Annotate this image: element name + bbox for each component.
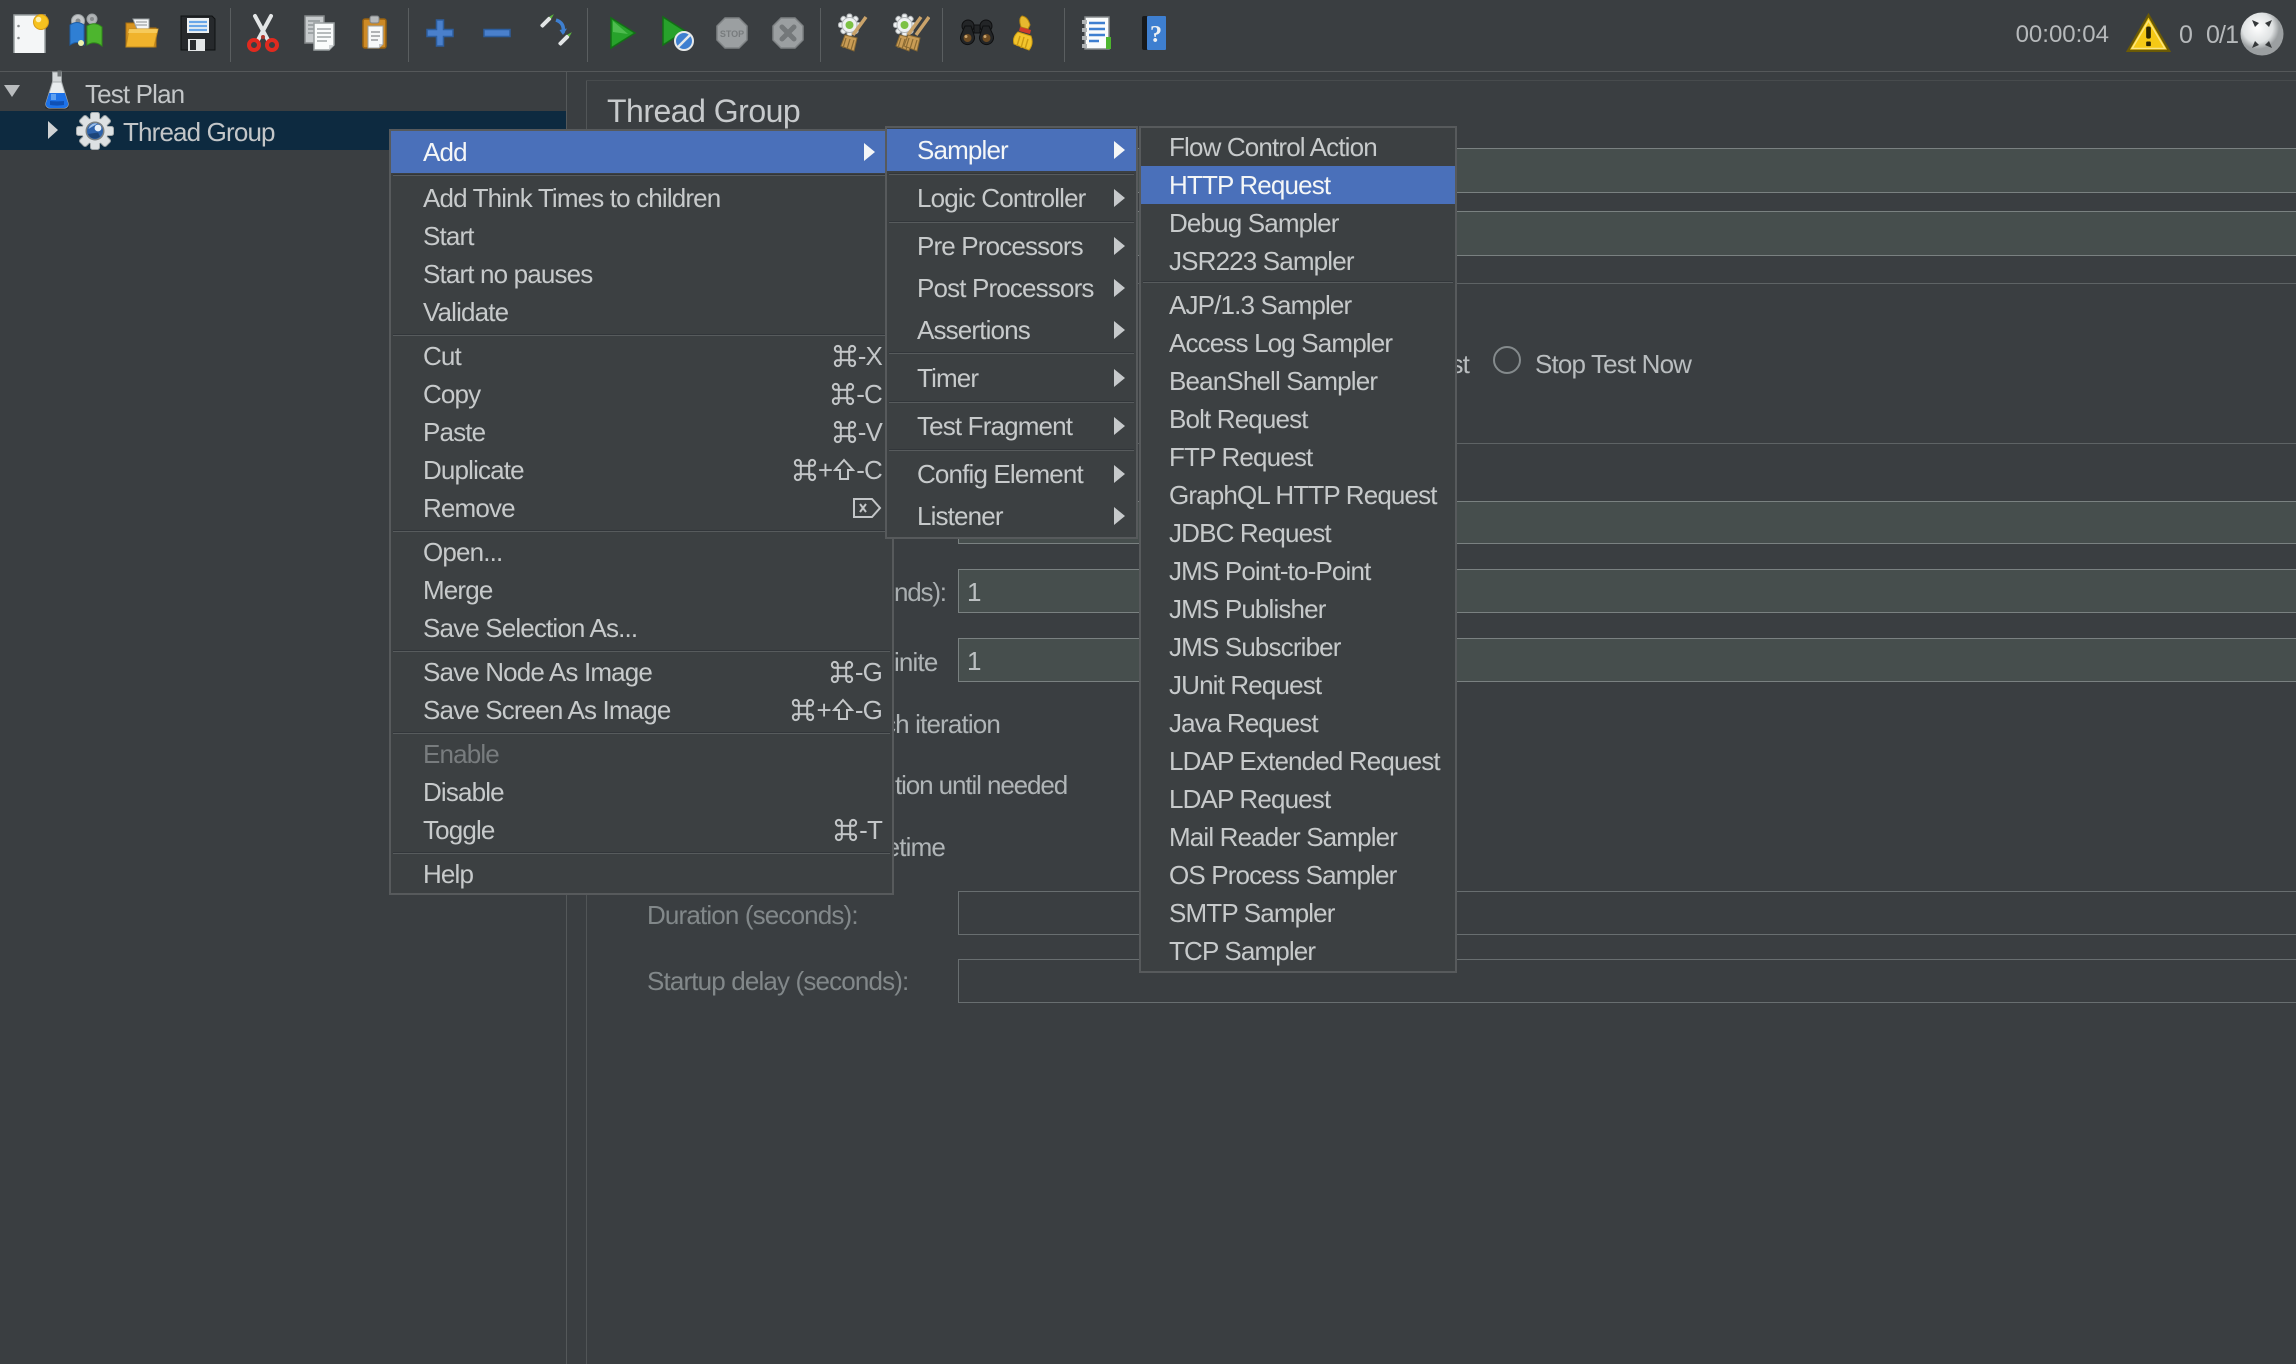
svg-text:STOP: STOP: [720, 29, 744, 39]
svg-text:?: ?: [1150, 22, 1162, 48]
